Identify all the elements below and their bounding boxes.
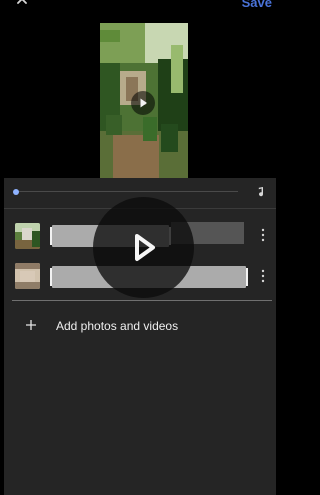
play-circle-icon[interactable] [131, 91, 155, 115]
add-photos-label: Add photos and videos [56, 319, 179, 333]
play-icon [135, 234, 155, 261]
top-bar: Save [0, 0, 276, 14]
more-vert-icon[interactable] [260, 269, 266, 283]
chevron-up-icon[interactable] [16, 0, 28, 7]
more-vert-icon[interactable] [260, 228, 266, 242]
add-photos-button[interactable]: Add photos and videos [4, 318, 276, 336]
timeline-track[interactable] [14, 191, 238, 192]
preview-area [0, 14, 276, 178]
plus-icon [26, 320, 36, 330]
clip-thumbnail[interactable] [15, 223, 40, 249]
timeline-scrubber[interactable] [13, 189, 19, 195]
music-note-icon[interactable] [256, 186, 266, 198]
clip-thumbnail[interactable] [15, 263, 40, 289]
play-overlay-button[interactable] [93, 197, 194, 298]
clip-start-handle[interactable] [50, 268, 52, 286]
clip-start-handle[interactable] [50, 227, 52, 245]
save-button[interactable]: Save [242, 0, 272, 10]
preview-image[interactable] [100, 23, 188, 178]
add-divider [12, 300, 272, 301]
clip-end-handle[interactable] [246, 268, 248, 286]
